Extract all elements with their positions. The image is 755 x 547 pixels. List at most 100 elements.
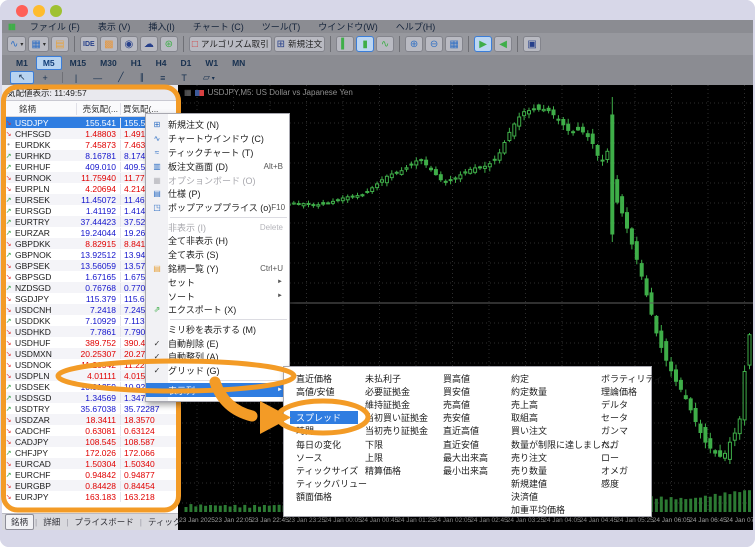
symbol-row-eurgbp[interactable]: ↘EURGBP0.844280.84454 (2, 480, 178, 491)
column-option[interactable]: デルタ (595, 398, 669, 411)
column-header-bid[interactable]: 売気配(... (76, 103, 120, 115)
fibonacci-tool[interactable]: ≡ (153, 73, 172, 83)
menubar-item-help[interactable]: ヘルプ(H) (387, 20, 445, 33)
auto-scroll-button[interactable]: ◀ (494, 36, 512, 52)
zoom-out-button[interactable]: ⊖ (425, 36, 443, 52)
column-option[interactable]: 直近高値 (437, 424, 494, 437)
column-option[interactable]: セータ (595, 411, 669, 424)
column-option[interactable]: 上限 (359, 451, 434, 464)
cloud-button[interactable]: ☁ (140, 36, 158, 52)
tab-プライスボード[interactable]: プライスボード (69, 515, 138, 529)
menu-item-hide-all[interactable]: 全て非表示 (H) (146, 234, 289, 248)
column-option[interactable]: 下限 (359, 437, 434, 450)
close-window-button[interactable] (16, 5, 28, 17)
new-order-button[interactable]: ⊞新規注文 (274, 36, 325, 52)
menu-item-show-milliseconds[interactable]: ミリ秒を表示する (M) (146, 322, 289, 336)
column-option[interactable]: 精算価格 (359, 464, 434, 477)
column-header-symbol[interactable]: 銘柄 (2, 103, 76, 115)
menu-item-grid[interactable]: ✓グリッド (G) (146, 364, 289, 378)
shapes-tool[interactable]: ▱▾ (196, 72, 222, 83)
crosshair-tool[interactable]: + (36, 73, 55, 83)
symbol-row-cadchf[interactable]: ↘CADCHF0.630810.63124 (2, 425, 178, 436)
timeframe-d1[interactable]: D1 (174, 57, 197, 69)
menu-item-tick-chart[interactable]: ≈ティックチャート (T) (146, 146, 289, 160)
menu-item-set[interactable]: セット► (146, 275, 289, 289)
column-option[interactable]: 売高値 (437, 398, 494, 411)
menu-item-show-all[interactable]: 全て表示 (S) (146, 248, 289, 262)
column-option[interactable]: 必要証拠金 (359, 385, 434, 398)
column-option[interactable]: 最小出来高 (437, 464, 494, 477)
timeframe-m30[interactable]: M30 (94, 57, 123, 69)
zoom-window-button[interactable] (50, 5, 62, 17)
menu-item-popup-prices[interactable]: ◳ポップアッププライス (o)F10 (146, 201, 289, 215)
line-chart-button[interactable]: ∿ (376, 36, 394, 52)
menubar-item-file[interactable]: ファイル (F) (21, 20, 89, 33)
connections-button[interactable]: ◉ (120, 36, 138, 52)
column-option[interactable]: 買安値 (437, 385, 494, 398)
timeframe-w1[interactable]: W1 (199, 57, 224, 69)
trendline-tool[interactable]: ╱ (111, 72, 130, 83)
column-option[interactable]: 加重平均価格 (505, 503, 625, 516)
column-option[interactable]: 当初買い証拠金 (359, 411, 434, 424)
timeframe-m15[interactable]: M15 (64, 57, 93, 69)
lock-button[interactable]: ▩ (100, 36, 118, 52)
column-option[interactable]: 売安値 (437, 411, 494, 424)
column-option[interactable]: 直近安値 (437, 437, 494, 450)
chart-shift-button[interactable]: ▶ (474, 36, 492, 52)
column-option[interactable]: 維持証拠金 (359, 398, 434, 411)
column-option[interactable]: 感度 (595, 477, 669, 490)
column-option[interactable]: 当初売り証拠金 (359, 424, 434, 437)
column-option[interactable]: ガンマ (595, 424, 669, 437)
column-option[interactable]: ティックバリュー (290, 477, 373, 490)
candle-chart-button[interactable]: ▮ (356, 36, 374, 52)
timeframe-h1[interactable]: H1 (125, 57, 148, 69)
symbols-dialog-button[interactable]: ▤ (51, 36, 69, 52)
column-option[interactable]: 額面価格 (290, 490, 373, 503)
timeframe-h4[interactable]: H4 (150, 57, 173, 69)
column-option[interactable]: 最大出来高 (437, 451, 494, 464)
menu-item-export[interactable]: ⇗エクスポート (X) (146, 303, 289, 317)
zoom-in-button[interactable]: ⊕ (405, 36, 423, 52)
menubar-item-charts[interactable]: チャート (C) (184, 20, 253, 33)
vertical-line-tool[interactable]: | (68, 73, 84, 83)
column-option[interactable]: 未払利子 (359, 372, 434, 385)
ide-button[interactable]: IDE (80, 36, 98, 52)
horizontal-line-tool[interactable]: — (86, 73, 109, 83)
column-option[interactable]: 理論価格 (595, 385, 669, 398)
menu-item-chart-window[interactable]: ∿チャートウインドウ (C) (146, 132, 289, 146)
menubar-item-view[interactable]: 表示 (V) (89, 20, 140, 33)
menubar-item-insert[interactable]: 挿入(I) (139, 20, 184, 33)
menubar-item-window[interactable]: ウインドウ(W) (309, 20, 387, 33)
symbol-row-chfjpy[interactable]: ↗CHFJPY172.026172.066 (2, 447, 178, 458)
menu-item-new-order[interactable]: ⊞新規注文 (N) (146, 118, 289, 132)
menu-item-specification[interactable]: ▤仕様 (P) (146, 187, 289, 201)
symbol-row-usdtry[interactable]: ↗USDTRY35.6703835.72287 (2, 403, 178, 414)
menu-item-depth-of-market[interactable]: ▥板注文画面 (D)Alt+B (146, 159, 289, 173)
tab-銘柄[interactable]: 銘柄 (5, 514, 34, 530)
timeframe-mn[interactable]: MN (226, 57, 251, 69)
timeframe-m1[interactable]: M1 (10, 57, 34, 69)
tab-ティック[interactable]: ティック (143, 515, 187, 529)
menu-item-auto-arrange[interactable]: ✓自動整列 (A) (146, 350, 289, 364)
column-option[interactable]: 買高値 (437, 372, 494, 385)
symbol-row-eurcad[interactable]: ↘EURCAD1.503041.50340 (2, 458, 178, 469)
symbol-row-eurchf[interactable]: ↗EURCHF0.948420.94877 (2, 469, 178, 480)
column-option[interactable]: ベガ (595, 437, 669, 450)
column-option[interactable]: オメガ (595, 464, 669, 477)
screenshot-button[interactable]: ▣ (523, 36, 541, 52)
chart-style-button[interactable]: ∿▾ (7, 36, 26, 52)
column-option[interactable]: ロー (595, 451, 669, 464)
tab-詳細[interactable]: 詳細 (38, 515, 65, 529)
window-layout-button[interactable]: ▦▾ (28, 36, 48, 52)
cursor-tool[interactable]: ↖ (10, 71, 34, 84)
bar-chart-button[interactable]: ▍ (336, 36, 354, 52)
column-option[interactable]: 決済値 (505, 490, 625, 503)
minimize-window-button[interactable] (33, 5, 45, 17)
column-option[interactable]: ボラティリティ (595, 372, 669, 385)
menu-item-symbols[interactable]: ▤銘柄一覧 (Y)Ctrl+U (146, 262, 289, 276)
timeframe-m5[interactable]: M5 (36, 56, 62, 70)
text-tool[interactable]: T (174, 73, 194, 83)
menu-item-columns[interactable]: 表示列► (146, 383, 289, 397)
symbol-row-eurjpy[interactable]: ↘EURJPY163.183163.218 (2, 491, 178, 502)
menu-item-auto-delete[interactable]: ✓自動削除 (E) (146, 336, 289, 350)
